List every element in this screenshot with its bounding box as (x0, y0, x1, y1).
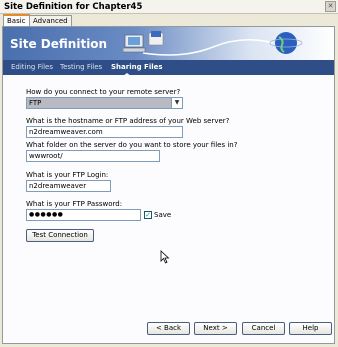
chevron-down-icon[interactable]: ▼ (171, 98, 182, 108)
host-label: What is the hostname or FTP address of y… (26, 117, 230, 125)
login-field[interactable]: n2dreamweaver (26, 180, 111, 192)
close-icon[interactable]: ✕ (325, 1, 336, 12)
wizard-banner: Site Definition (3, 27, 334, 60)
next-button[interactable]: Next > (194, 322, 237, 335)
window-title: Site Definition for Chapter45 (4, 2, 143, 12)
wizard-panel: Site Definition Editing Files Testing Fi… (2, 26, 335, 344)
save-password-label: Save (154, 211, 172, 219)
save-password-checkbox[interactable]: ✓ (144, 211, 152, 219)
network-illustration-icon (123, 31, 303, 56)
step-editing-files: Editing Files (11, 63, 53, 71)
password-field[interactable]: ●●●●●● (26, 209, 141, 221)
cancel-button[interactable]: Cancel (242, 322, 285, 335)
host-field[interactable]: n2dreamweaver.com (26, 126, 183, 138)
tab-advanced[interactable]: Advanced (29, 15, 72, 26)
login-label: What is your FTP Login: (26, 171, 109, 179)
connect-label: How do you connect to your remote server… (26, 88, 181, 96)
connection-method-select[interactable]: FTP ▼ (26, 97, 183, 109)
help-button[interactable]: Help (289, 322, 332, 335)
step-testing-files: Testing Files (60, 63, 103, 71)
password-label: What is your FTP Password: (26, 200, 123, 208)
connection-method-value: FTP (29, 99, 42, 107)
title-bar: Site Definition for Chapter45 ✕ (0, 0, 338, 14)
banner-title: Site Definition (10, 37, 108, 51)
folder-label: What folder on the server do you want to… (26, 141, 238, 149)
wizard-steps: Editing Files Testing Files Sharing File… (3, 60, 334, 76)
mouse-pointer-icon (160, 250, 170, 264)
test-connection-button[interactable]: Test Connection (26, 229, 94, 242)
back-button[interactable]: < Back (147, 322, 190, 335)
step-sharing-files: Sharing Files (111, 63, 163, 76)
folder-field[interactable]: wwwroot/ (26, 150, 160, 162)
